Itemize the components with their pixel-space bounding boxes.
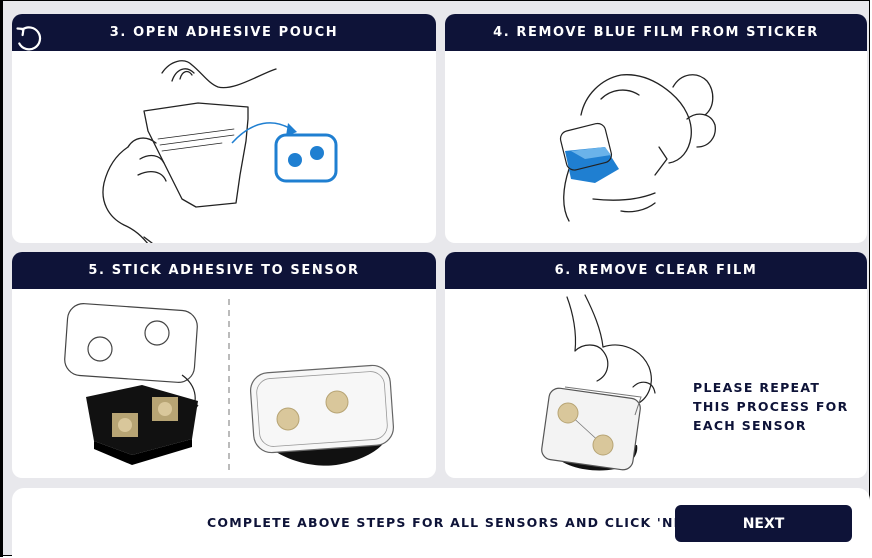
- next-button[interactable]: NEXT: [675, 505, 852, 542]
- footer-bar: COMPLETE ABOVE STEPS FOR ALL SENSORS AND…: [12, 488, 870, 556]
- sensor-device: [86, 385, 198, 465]
- step-3-title: 3. OPEN ADHESIVE POUCH: [109, 25, 339, 40]
- step-card-6: 6. REMOVE CLEAR FILM PLEASE REPEAT THIS …: [445, 252, 867, 478]
- step-6-header: 6. REMOVE CLEAR FILM: [445, 252, 867, 289]
- app-frame: 3. OPEN ADHESIVE POUCH 4. REMOVE BLUE FI…: [0, 0, 870, 557]
- step-3-illustration: [12, 51, 436, 243]
- next-button-label: NEXT: [742, 515, 785, 532]
- adhesive-sticker: [274, 133, 338, 183]
- adhesive-sticker-floating: [64, 303, 198, 383]
- adhesive-pouch: [143, 102, 249, 208]
- frame-edge: [0, 1, 3, 557]
- step-5-illustration: [12, 289, 436, 478]
- restart-icon[interactable]: [14, 23, 44, 53]
- step-4-header: 4. REMOVE BLUE FILM FROM STICKER: [445, 14, 867, 51]
- step-card-4: 4. REMOVE BLUE FILM FROM STICKER: [445, 14, 867, 243]
- step-5-title: 5. STICK ADHESIVE TO SENSOR: [88, 263, 360, 278]
- lower-hand-outline: [102, 146, 149, 243]
- peeling-hands: [563, 74, 716, 222]
- step-6-title: 6. REMOVE CLEAR FILM: [554, 263, 758, 278]
- step-3-header: 3. OPEN ADHESIVE POUCH: [12, 14, 436, 51]
- step-card-5: 5. STICK ADHESIVE TO SENSOR: [12, 252, 436, 478]
- repeat-note: PLEASE REPEAT THIS PROCESS FOR EACH SENS…: [693, 380, 849, 433]
- upper-hand-outline: [161, 60, 277, 89]
- step-4-title: 4. REMOVE BLUE FILM FROM STICKER: [493, 25, 819, 40]
- sensor-with-clear-film: [541, 386, 642, 471]
- step-5-header: 5. STICK ADHESIVE TO SENSOR: [12, 252, 436, 289]
- step-4-illustration: [445, 51, 867, 243]
- sensor-with-adhesive: [249, 364, 395, 466]
- footer-instruction: COMPLETE ABOVE STEPS FOR ALL SENSORS AND…: [207, 515, 709, 530]
- step-card-3: 3. OPEN ADHESIVE POUCH: [12, 14, 436, 243]
